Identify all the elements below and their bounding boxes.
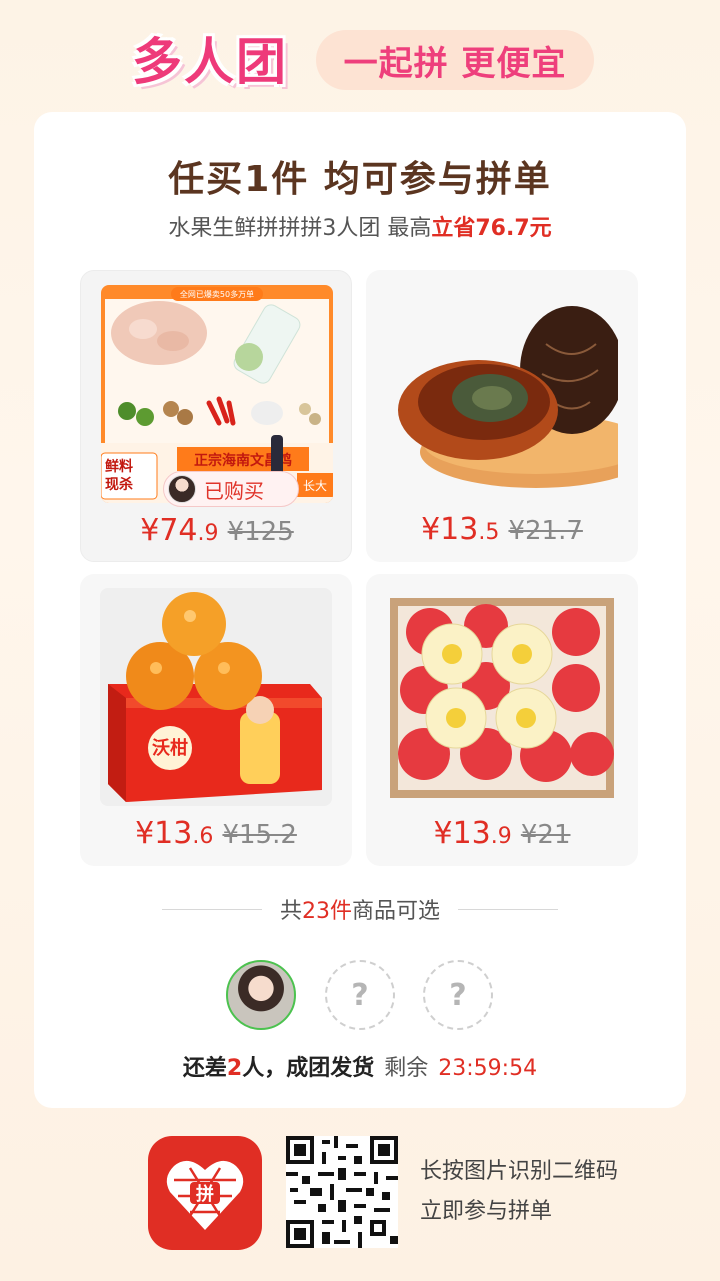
subline-save: 立省76.7元 <box>431 216 552 241</box>
group-members: ? ? <box>34 960 686 1032</box>
remaining-label: 剩余 <box>384 1056 429 1081</box>
subline-prefix: 水果生鲜拼拼拼3人团 最高 <box>168 216 432 241</box>
divider-line <box>458 908 558 910</box>
current-price: ¥74.9 <box>140 513 219 548</box>
original-price: ¥15.2 <box>222 820 297 850</box>
bought-badge: 已购买 <box>163 471 299 507</box>
footer-line-2: 立即参与拼单 <box>420 1199 553 1224</box>
headline: 任买1件 均可参与拼单 <box>168 159 552 200</box>
price-row: ¥13.6 ¥15.2 <box>80 816 352 851</box>
current-price: ¥13.9 <box>433 816 512 851</box>
divider-line <box>162 908 262 910</box>
image-left-tag-1: 鲜料 <box>105 458 133 475</box>
logo-text: 拼 <box>196 1183 214 1205</box>
original-price: ¥21.7 <box>508 516 583 546</box>
original-price: ¥125 <box>227 517 294 547</box>
slogan-pill: 一起拼 更便宜 <box>316 30 594 90</box>
empty-slot: ? <box>325 960 395 1030</box>
current-price: ¥13.5 <box>421 512 500 547</box>
brand-logo: 多人团 <box>132 33 288 91</box>
price-row: ¥13.5 ¥21.7 <box>366 512 638 547</box>
image-left-tag-2: 现杀 <box>105 476 133 493</box>
item-count-text: 共23件商品可选 <box>279 899 441 924</box>
product-card-chicken[interactable]: 全网已爆卖50多万单 正宗海南文昌鸡 鲜料 现杀 长大 已购买 ¥74.9 ¥1… <box>80 270 352 562</box>
group-buy-card: 任买1件 均可参与拼单 水果生鲜拼拼拼3人团 最高立省76.7元 全网已爆卖50… <box>34 112 686 1108</box>
remaining-count: 2 <box>226 1056 243 1081</box>
countdown-timer: 23:59:54 <box>438 1056 538 1081</box>
qr-code[interactable] <box>286 1136 398 1248</box>
original-price: ¥21 <box>520 820 571 850</box>
product-image-eggs <box>386 284 618 502</box>
product-card-eggs[interactable]: ¥13.5 ¥21.7 <box>366 270 638 562</box>
member-avatar <box>226 960 296 1030</box>
product-image-oranges: 沃柑 <box>100 588 332 806</box>
price-row: ¥74.9 ¥125 <box>81 513 351 548</box>
image-top-banner: 全网已爆卖50多万单 <box>180 289 254 299</box>
subline: 水果生鲜拼拼拼3人团 最高立省76.7元 <box>34 210 686 242</box>
product-card-oranges[interactable]: 沃柑 ¥13.6 ¥15.2 <box>80 574 352 866</box>
pinduoduo-logo: 拼 <box>148 1136 262 1250</box>
header: 多人团 一起拼 更便宜 <box>0 0 720 110</box>
price-row: ¥13.9 ¥21 <box>366 816 638 851</box>
item-count-number: 23件 <box>302 899 352 924</box>
image-right-tag: 长大 <box>303 479 327 493</box>
footer-line-1: 长按图片识别二维码 <box>420 1159 619 1184</box>
buyer-avatar <box>168 475 196 503</box>
box-brand-text: 沃柑 <box>152 737 188 759</box>
group-status: 还差2人，成团发货 剩余 23:59:54 <box>34 1050 686 1082</box>
empty-slot: ? <box>423 960 493 1030</box>
product-image-apples <box>386 588 618 806</box>
product-card-apples[interactable]: ¥13.9 ¥21 <box>366 574 638 866</box>
footer-instructions: 长按图片识别二维码 立即参与拼单 <box>420 1152 618 1232</box>
item-count-divider: 共23件商品可选 <box>162 894 558 924</box>
status-main: 还差2人，成团发货 <box>182 1056 375 1081</box>
bought-label: 已购买 <box>204 478 264 503</box>
current-price: ¥13.6 <box>135 816 214 851</box>
